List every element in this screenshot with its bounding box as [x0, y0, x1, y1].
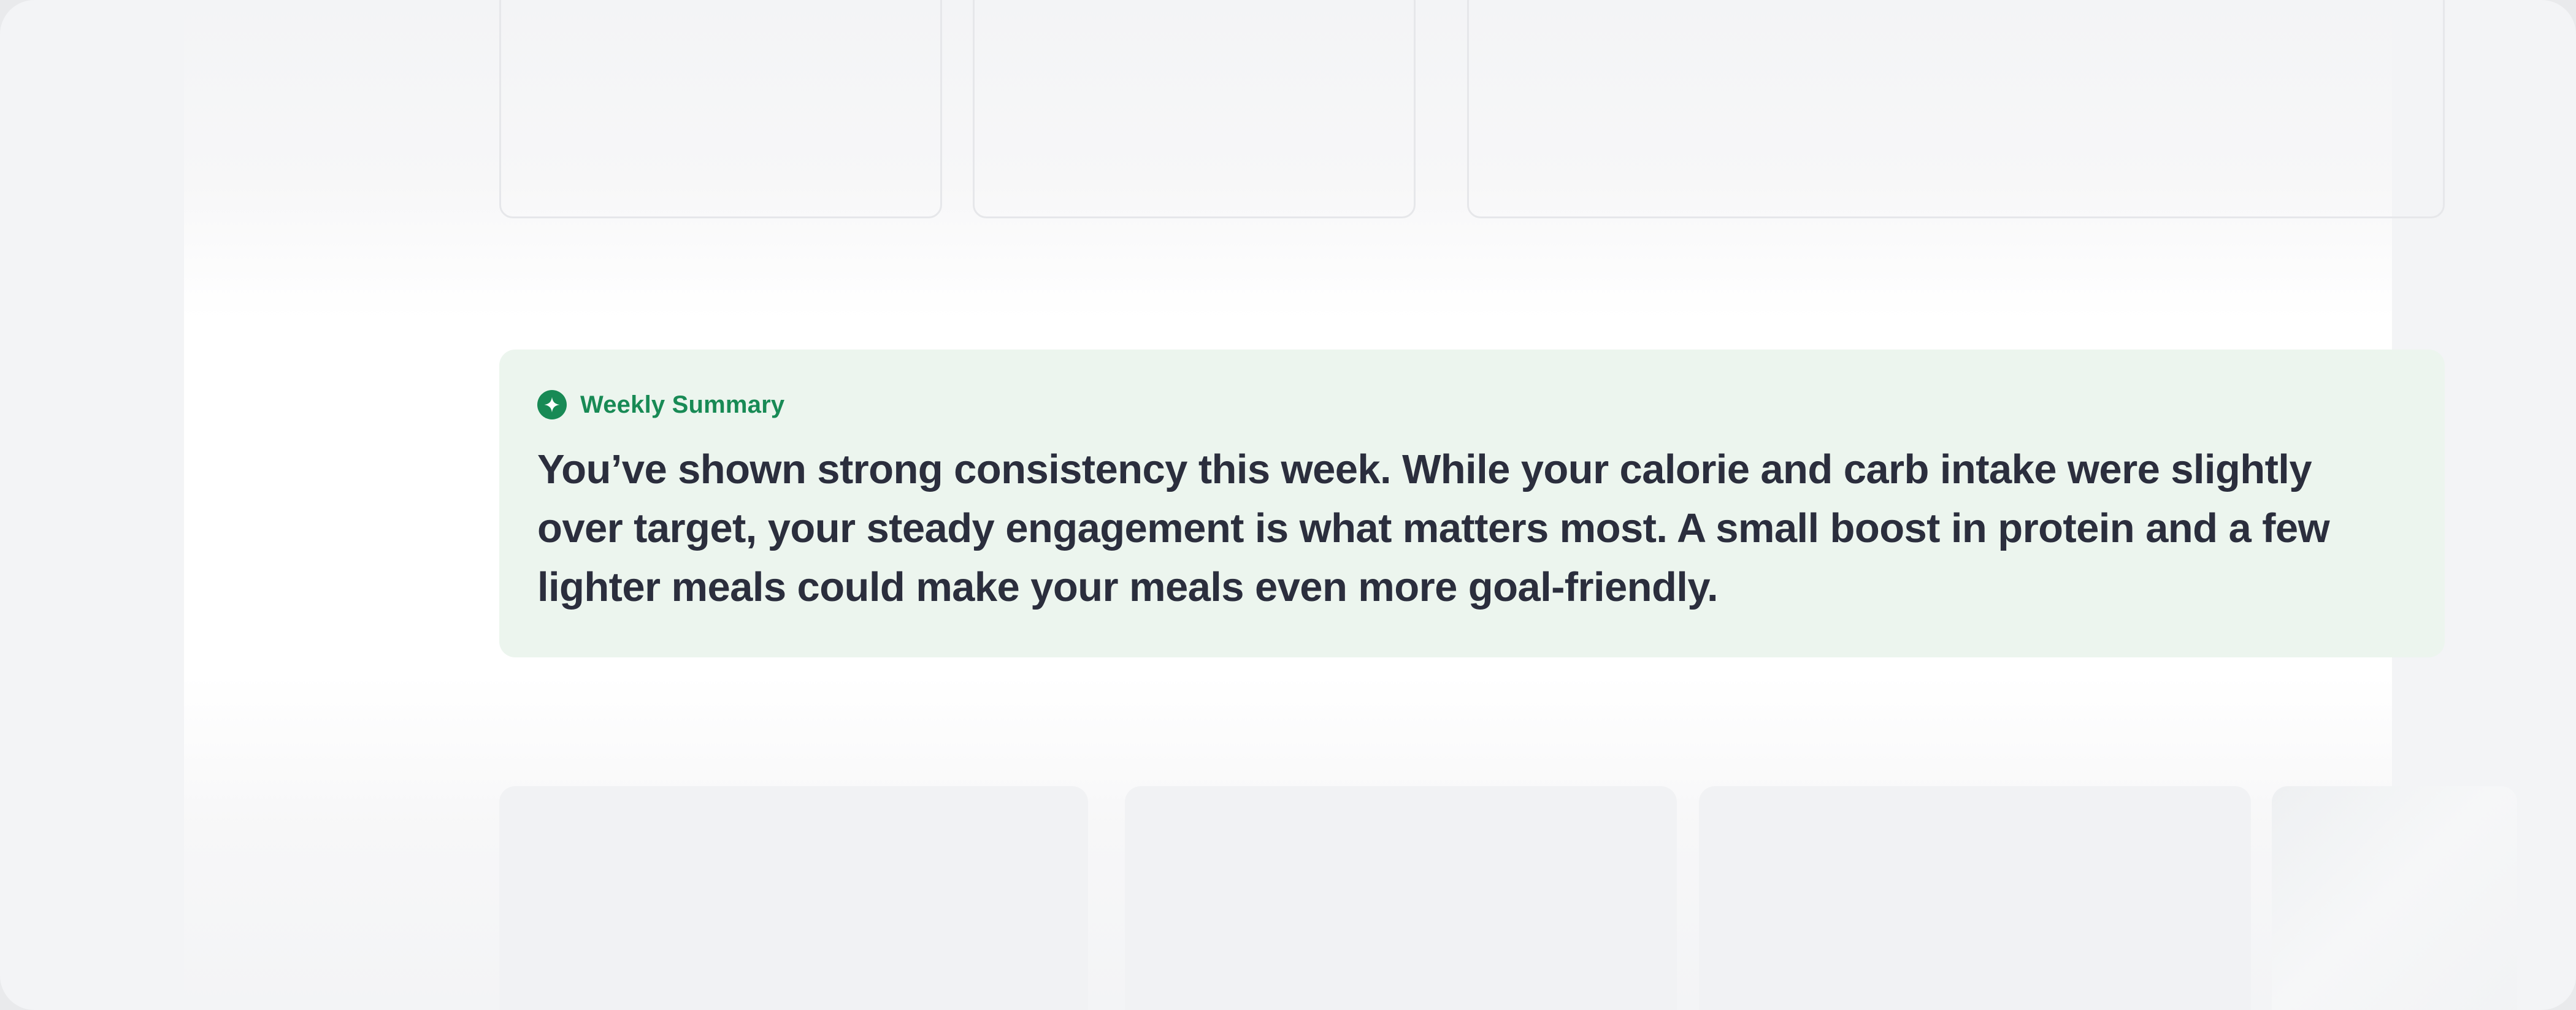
app-frame: Weekly Summary You’ve shown strong consi…	[0, 0, 2576, 1010]
placeholder-card	[973, 0, 1416, 218]
weekly-summary-title: Weekly Summary	[580, 391, 785, 418]
sparkle-icon	[537, 390, 567, 419]
placeholder-tile	[1125, 786, 1677, 1010]
weekly-summary-header: Weekly Summary	[537, 388, 784, 422]
content-panel: Weekly Summary You’ve shown strong consi…	[184, 0, 2517, 1010]
weekly-summary-card: Weekly Summary You’ve shown strong consi…	[499, 350, 2445, 657]
placeholder-card	[499, 0, 942, 218]
weekly-summary-text: You’ve shown strong consistency this wee…	[537, 446, 2330, 610]
placeholder-tile	[2272, 786, 2517, 1010]
placeholder-card	[1467, 0, 2445, 218]
placeholder-tile	[1699, 786, 2251, 1010]
placeholder-tile	[499, 786, 1088, 1010]
